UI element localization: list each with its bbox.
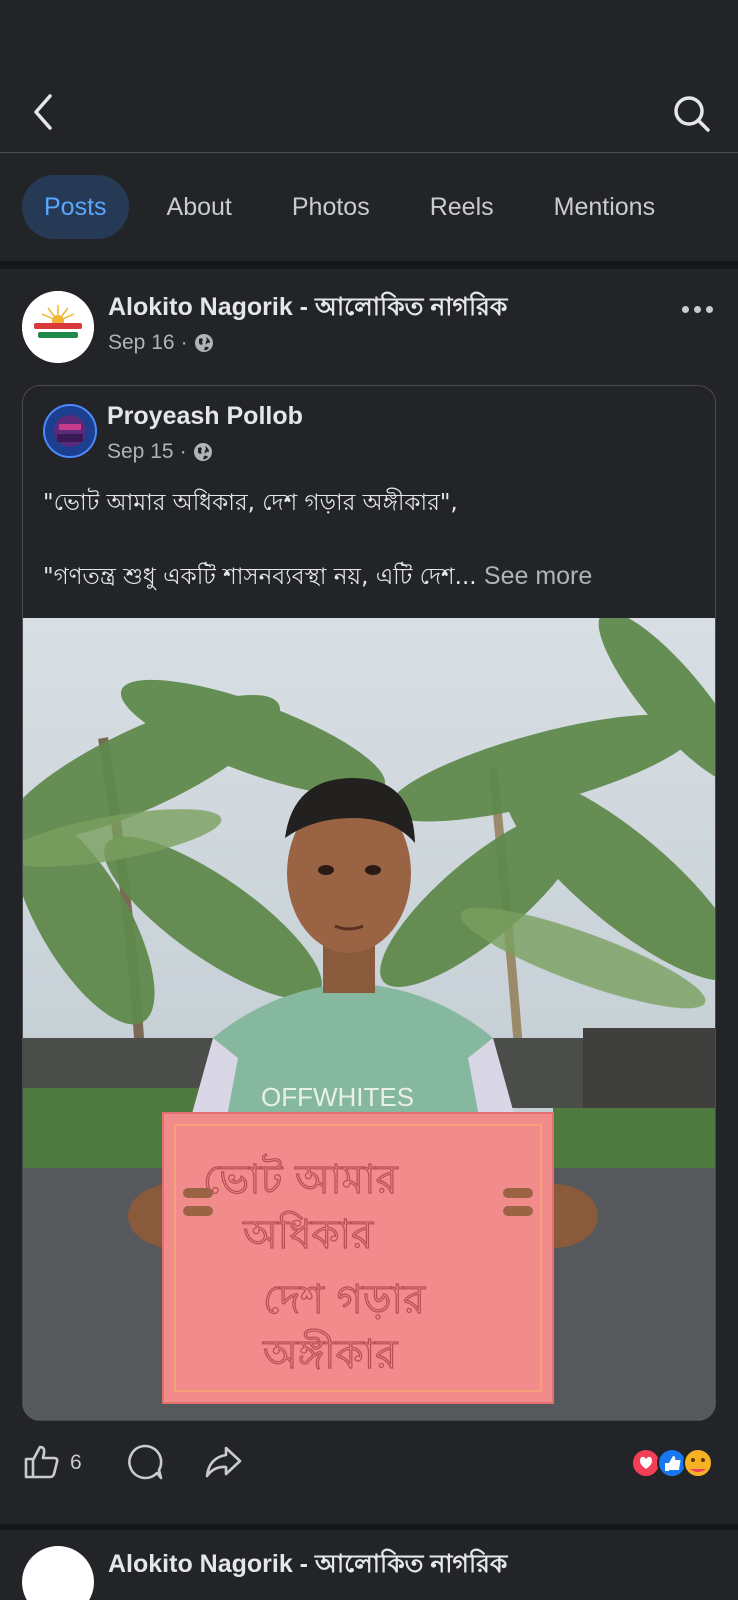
- page-avatar[interactable]: [22, 291, 94, 363]
- sign-line2: অধিকার: [242, 1211, 374, 1258]
- sign-line4: অঙ্গীকার: [262, 1329, 398, 1378]
- post-actions: 6: [0, 1429, 738, 1499]
- post-date[interactable]: Sep 16: [108, 331, 175, 355]
- more-horizontal-icon: [682, 305, 689, 313]
- shared-post-meta: Sep 15 ·: [107, 440, 213, 464]
- like-count[interactable]: 6: [70, 1451, 82, 1475]
- page-avatar[interactable]: [22, 1546, 94, 1600]
- next-post-card: Alokito Nagorik - আলোকিত নাগরিক: [0, 1530, 738, 1600]
- comment-icon: [128, 1444, 163, 1480]
- globe-icon: [193, 443, 212, 461]
- tab-about[interactable]: About: [145, 175, 254, 239]
- sign-line3: দেশ গড়ার: [263, 1277, 426, 1323]
- more-options-button[interactable]: [682, 299, 722, 319]
- profile-tabs: Posts About Photos Reels Mentions: [0, 153, 738, 261]
- share-icon: [205, 1446, 242, 1478]
- reaction-icons[interactable]: [630, 1445, 720, 1481]
- feed-separator: [0, 261, 738, 269]
- back-button[interactable]: [26, 92, 66, 132]
- chevron-left-icon: [34, 94, 52, 130]
- care-reaction-icon: [683, 1448, 713, 1478]
- meta-separator: ·: [180, 331, 188, 354]
- post-text-line1: "ভোট আমার অধিকার, দেশ গড়ার অঙ্গীকার",: [43, 490, 458, 516]
- post-photo[interactable]: OFFWHITES ভোট আমার অধিকার দেশ গড়ার অঙ্গ…: [23, 618, 715, 1420]
- post-card: Alokito Nagorik - আলোকিত নাগরিক Sep 16 ·…: [0, 269, 738, 1524]
- shared-post[interactable]: Proyeash Pollob Sep 15 · "ভোট আমার অধিকা…: [22, 385, 716, 1421]
- tab-photos[interactable]: Photos: [270, 175, 392, 239]
- share-button[interactable]: [204, 1443, 242, 1486]
- page-logo: [22, 291, 94, 363]
- page-name[interactable]: Alokito Nagorik - আলোকিত নাগরিক: [108, 1544, 507, 1587]
- author-avatar[interactable]: [43, 404, 97, 458]
- tab-reels[interactable]: Reels: [408, 175, 516, 239]
- search-button[interactable]: [670, 92, 714, 136]
- tab-posts[interactable]: Posts: [22, 175, 129, 239]
- like-button[interactable]: [22, 1443, 60, 1486]
- author-name[interactable]: Proyeash Pollob: [107, 402, 303, 431]
- post-meta: Sep 16 ·: [108, 331, 214, 355]
- comment-button[interactable]: [126, 1443, 164, 1486]
- thumbs-up-icon: [24, 1445, 59, 1479]
- shared-post-date[interactable]: Sep 15: [107, 440, 174, 464]
- shirt-text: OFFWHITES: [261, 1082, 414, 1112]
- post-text-line2: "গণতন্ত্র শুধু একটি শাসনব্যবস্থা নয়, এট…: [43, 562, 593, 590]
- sign-line1: ভোট আমার: [203, 1154, 399, 1203]
- globe-icon: [194, 334, 213, 352]
- see-more-link[interactable]: See more: [484, 562, 592, 590]
- tab-mentions[interactable]: Mentions: [532, 175, 677, 239]
- top-bar: [0, 0, 738, 152]
- page-name[interactable]: Alokito Nagorik - আলোকিত নাগরিক: [108, 287, 507, 330]
- search-icon: [674, 96, 710, 132]
